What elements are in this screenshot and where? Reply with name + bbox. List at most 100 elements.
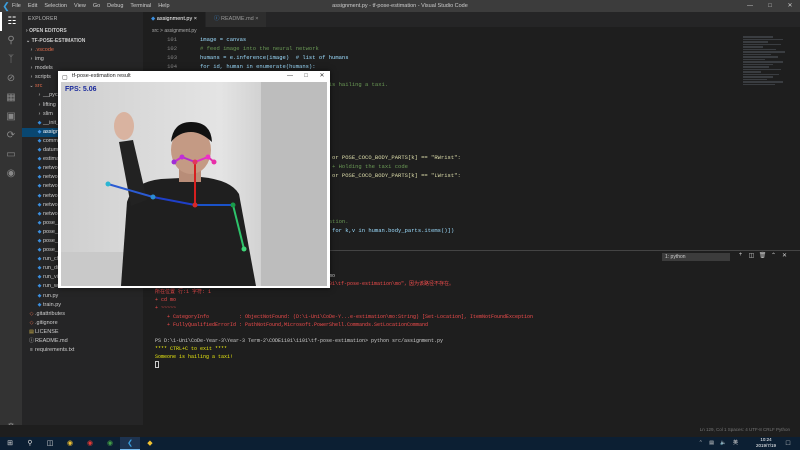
tree-item[interactable]: ≡ requirements.txt <box>22 346 143 355</box>
volume-icon[interactable]: 🔈 <box>720 440 726 446</box>
open-editors-section[interactable]: › OPEN EDITORS <box>22 26 143 36</box>
python-file-icon: ◆ <box>37 165 42 172</box>
tree-item[interactable]: ◆ run.py <box>22 292 143 301</box>
fps-label: FPS: 5.06 <box>65 86 97 93</box>
line-number: 101 <box>167 36 177 43</box>
webcam-frame: FPS: 5.06 <box>61 82 327 286</box>
close-panel-icon[interactable]: ✕ <box>779 252 790 259</box>
folder-icon: › <box>30 47 33 53</box>
terminal-line: + FullyQualifiedErrorId : PathNotFound,M… <box>155 321 429 328</box>
tree-item-label: .vscode <box>35 47 54 53</box>
netease-music-icon[interactable]: ◉ <box>80 437 100 450</box>
network-icon[interactable]: ▤ <box>709 440 714 446</box>
close-icon[interactable]: ✕ <box>780 0 800 12</box>
close-icon[interactable]: ✕ <box>314 71 330 82</box>
debug-icon[interactable]: ⊘ <box>0 69 22 88</box>
menu-item-terminal[interactable]: Terminal <box>130 3 151 9</box>
menu-item-debug[interactable]: Debug <box>107 3 123 9</box>
docker-icon[interactable]: ▭ <box>0 145 22 164</box>
search-icon[interactable]: ⚲ <box>0 31 22 50</box>
terminal-line: 所在位置 行:1 字符: 1 <box>155 289 212 296</box>
tree-item[interactable]: ▤LICENSE <box>22 328 143 337</box>
minimize-icon[interactable]: — <box>282 71 298 82</box>
python-file-icon: ◆ <box>37 147 42 154</box>
activity-bar: ☷ ⚲ ᛉ ⊘ ▦ ▣ ⟳ ▭ ◉ ⚙ <box>0 12 22 437</box>
terminal-selector[interactable]: 1: python <box>662 253 730 261</box>
task-view-icon[interactable]: ◫ <box>40 437 60 450</box>
chevron-up-icon[interactable]: ⌃ <box>699 440 703 446</box>
terminal-controls: + ◫ 🗑 ⌃ ✕ <box>735 252 790 259</box>
menu-item-go[interactable]: Go <box>93 3 100 9</box>
tree-item-label: scripts <box>35 74 51 81</box>
menu-item-file[interactable]: File <box>12 3 21 9</box>
windows-start-icon[interactable]: ⊞ <box>0 437 20 450</box>
qq-music-icon[interactable]: ◉ <box>100 437 120 450</box>
terminal-line: **** CTRL+C to exit **** <box>155 345 228 352</box>
text-file-icon: ≡ <box>30 347 33 354</box>
tree-item-label: .gitignore <box>35 319 58 326</box>
menu-item-selection[interactable]: Selection <box>44 3 67 9</box>
source-control-icon[interactable]: ᛉ <box>0 50 22 69</box>
tree-item[interactable]: ◇ .gitignore <box>22 319 143 328</box>
minimap[interactable] <box>743 35 788 155</box>
python-taskbar-icon[interactable]: ◆ <box>140 437 160 450</box>
tree-item[interactable]: ⓘREADME.md <box>22 337 143 346</box>
explorer-icon[interactable]: ☷ <box>0 12 22 31</box>
pose-window-titlebar[interactable]: ▢ tf-pose-estimation result — □ ✕ <box>58 71 330 82</box>
extensions-icon[interactable]: ▦ <box>0 88 22 107</box>
chrome-icon[interactable]: ◉ <box>60 437 80 450</box>
clock-date: 2019/7/19 <box>755 443 776 448</box>
windows-taskbar: ⊞ ⚲ ◫ ◉ ◉ ◉ ❮ ◆ ⌃ ▤ 🔈 英 10:24 2019/7/19 … <box>0 437 800 450</box>
notification-icon[interactable]: □ <box>778 437 798 450</box>
remote-icon[interactable]: ▣ <box>0 107 22 126</box>
status-right[interactable]: Ln 129, Col 1 Spaces: 4 UTF-8 CRLF Pytho… <box>700 427 790 432</box>
title-bar: ❮ File Edit Selection View Go Debug Terminal He… <box>0 0 800 12</box>
search-icon[interactable]: ⚲ <box>20 437 40 450</box>
close-icon[interactable]: × <box>192 16 197 22</box>
tree-item-label: LICENSE <box>35 328 59 335</box>
python-file-icon: ◆ <box>37 201 42 208</box>
raised-hand <box>114 112 134 140</box>
clock[interactable]: 10:24 2019/7/19 <box>756 437 776 449</box>
minimize-icon[interactable]: — <box>740 0 760 12</box>
python-file-icon: ◆ <box>37 174 42 181</box>
tree-item[interactable]: › .vscode <box>22 46 143 55</box>
info-icon: ⓘ <box>213 16 222 22</box>
menu-item-view[interactable]: View <box>74 3 86 9</box>
folder-icon: › <box>38 110 41 117</box>
python-file-icon: ◆ <box>37 256 42 263</box>
menu-item-edit[interactable]: Edit <box>28 3 37 9</box>
maximize-icon[interactable]: □ <box>298 71 314 82</box>
breadcrumb[interactable]: src > assignment.py <box>143 27 743 35</box>
project-section[interactable]: ⌄ TF-POSE-ESTIMATION <box>22 36 143 46</box>
python-file-icon: ◆ <box>37 237 42 244</box>
tab-readme-md[interactable]: ⓘ README.md × <box>205 12 268 27</box>
system-tray: ⌃ ▤ 🔈 英 <box>694 437 738 450</box>
chevron-up-icon[interactable]: ⌃ <box>768 252 779 259</box>
python-icon[interactable]: ◉ <box>0 164 22 183</box>
vscode-taskbar-icon[interactable]: ❮ <box>120 437 140 450</box>
line-number: 103 <box>167 54 177 62</box>
menu-item-help[interactable]: Help <box>158 3 169 9</box>
close-icon[interactable]: × <box>254 16 258 22</box>
input-language[interactable]: 英 <box>733 440 738 446</box>
tab-assignment-py[interactable]: ◆ assignment.py × <box>143 12 206 27</box>
line-number: 102 <box>167 45 177 53</box>
tree-item[interactable]: ◇ .gitattributes <box>22 310 143 319</box>
code-line: image = canvas <box>200 36 247 43</box>
python-file-icon: ◆ <box>37 301 42 308</box>
vscode-logo-icon: ❮ <box>2 1 10 11</box>
door-panel <box>261 82 327 286</box>
tree-item-label: README.md <box>35 338 68 344</box>
tree-item-label: models <box>35 65 53 72</box>
code-line: humans = e.inference(image) # list of hu… <box>200 54 349 62</box>
tree-item[interactable]: ◆ train.py <box>22 301 143 310</box>
maximize-icon[interactable]: □ <box>760 0 780 12</box>
add-terminal-icon[interactable]: + <box>735 252 746 259</box>
split-terminal-icon[interactable]: ◫ <box>746 252 757 259</box>
code-line: # feed image into the neural network <box>200 45 319 53</box>
terminal-line: Someone is hailing a taxi! <box>155 354 234 361</box>
trash-icon[interactable]: 🗑 <box>757 252 768 259</box>
tree-item[interactable]: › img <box>22 55 143 64</box>
live-share-icon[interactable]: ⟳ <box>0 126 22 145</box>
